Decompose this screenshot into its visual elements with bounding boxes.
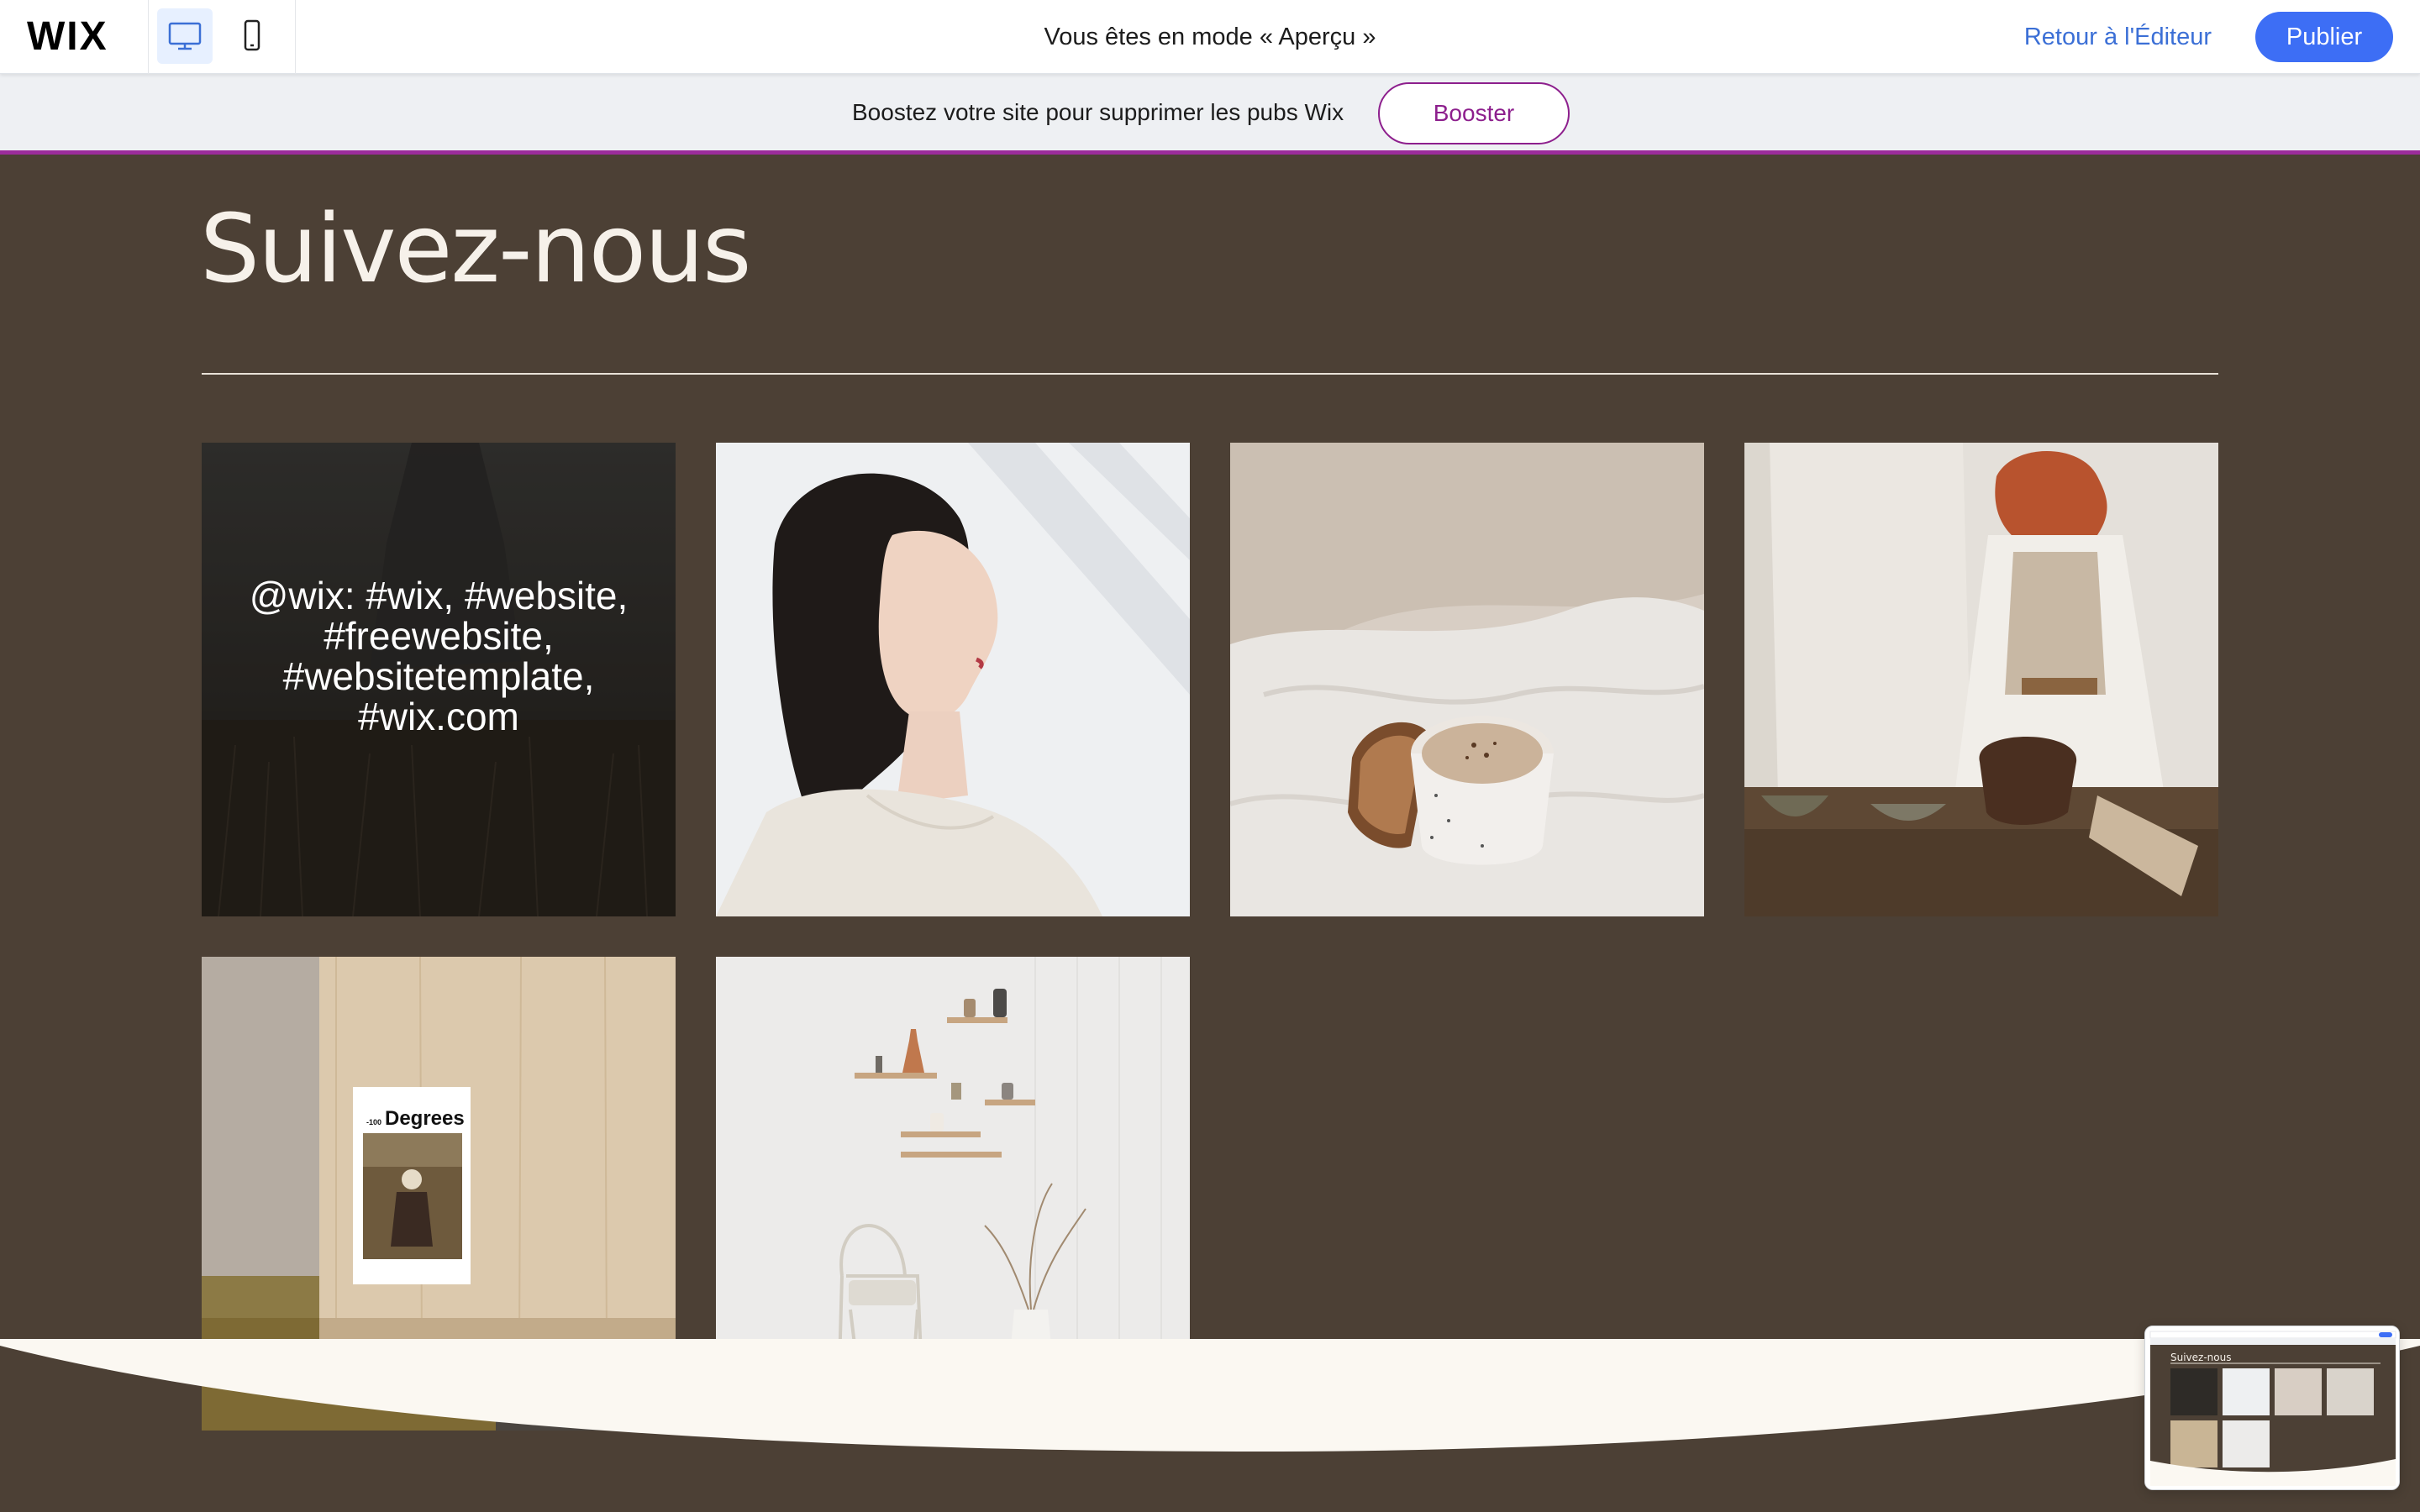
mini-preview-thumbnail[interactable]: Suivez-nous (2144, 1326, 2400, 1490)
magazine-prefix: -100 (366, 1118, 381, 1126)
site-preview: Suivez-nous @wix: #wix, #website, #freew… (0, 155, 2420, 1512)
wix-logo[interactable]: WIX (27, 15, 108, 59)
gallery-item-couple-pottery[interactable] (1744, 443, 2218, 916)
desktop-icon (168, 22, 202, 50)
upgrade-banner-text: Boostez votre site pour supprimer les pu… (852, 99, 1344, 125)
post-caption-overlay: @wix: #wix, #website, #freewebsite, #web… (249, 574, 629, 738)
mobile-view-button[interactable] (224, 8, 280, 64)
back-to-editor-link[interactable]: Retour à l'Éditeur (2024, 24, 2212, 51)
section-title: Suivez-nous (200, 195, 751, 304)
desktop-view-button[interactable] (157, 8, 213, 64)
title-divider (202, 373, 2218, 375)
boost-button[interactable]: Booster (1378, 82, 1570, 144)
gallery-item-coffee-in-bed[interactable] (1230, 443, 1704, 916)
preview-toolbar: WIX Vous êtes en mode « Aperçu » Retour … (0, 0, 2420, 74)
mobile-icon (244, 19, 260, 51)
mini-preview-title: Suivez-nous (2170, 1352, 2232, 1363)
woman-profile-image (716, 443, 1190, 916)
publish-button[interactable]: Publier (2255, 12, 2393, 62)
gallery-item-wheat-field[interactable]: @wix: #wix, #website, #freewebsite, #web… (202, 443, 676, 916)
coffee-bed-image (1230, 443, 1704, 916)
footer-wave (0, 1339, 2420, 1452)
gallery-item-woman-profile[interactable] (716, 443, 1190, 916)
couple-pottery-image (1744, 443, 2218, 916)
upgrade-banner: Boostez votre site pour supprimer les pu… (0, 74, 2420, 155)
magazine-title: Degrees (385, 1107, 465, 1130)
device-switcher (148, 0, 296, 74)
